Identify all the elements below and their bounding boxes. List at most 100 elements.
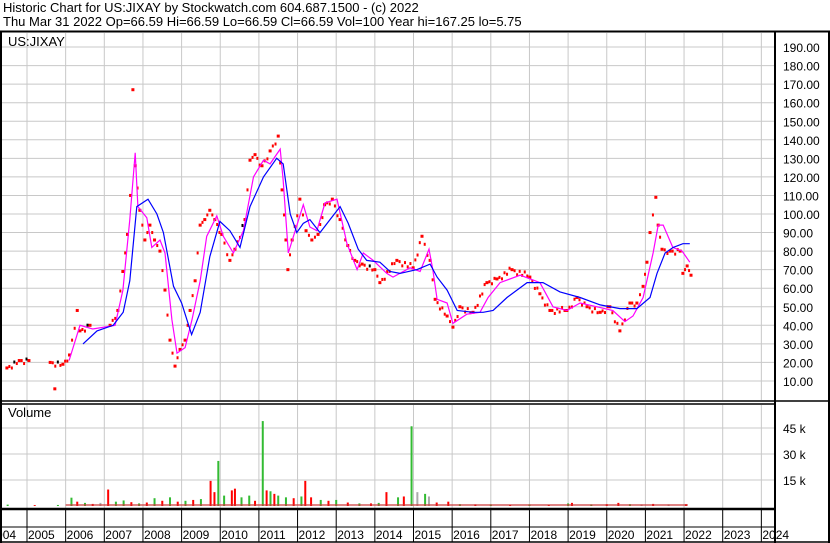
price-point	[638, 293, 641, 297]
price-point	[201, 220, 204, 224]
price-point	[449, 320, 452, 324]
year-label: 2015	[415, 528, 442, 542]
price-axis-tick: 80.00	[783, 245, 813, 259]
price-point	[176, 356, 179, 360]
price-point	[148, 223, 152, 227]
year-label: 2014	[376, 528, 403, 542]
price-point	[403, 261, 406, 265]
price-point	[161, 269, 164, 273]
price-point	[671, 249, 674, 253]
price-axis-tick: 120.00	[783, 171, 820, 185]
price-point	[173, 364, 177, 368]
price-point	[310, 238, 314, 242]
price-axis-tick: 30.00	[783, 338, 813, 352]
price-point	[216, 223, 219, 227]
volume-panel-label: Volume	[8, 405, 51, 420]
price-point	[271, 144, 274, 148]
price-point	[510, 268, 514, 272]
price-point	[51, 361, 54, 365]
price-point	[223, 241, 226, 245]
volume-bar	[265, 490, 268, 506]
volume-bar	[107, 489, 110, 506]
price-point	[241, 223, 244, 227]
price-point	[433, 297, 437, 301]
volume-bar	[416, 492, 419, 506]
price-point	[266, 157, 269, 161]
price-point	[604, 311, 607, 315]
price-point	[546, 303, 549, 307]
price-point	[196, 251, 199, 255]
volume-bar	[261, 421, 264, 506]
price-point	[27, 359, 31, 363]
price-point	[663, 248, 666, 252]
price-point	[171, 351, 174, 355]
volume-bar	[217, 460, 220, 506]
price-point	[551, 308, 554, 312]
volume-bar	[213, 492, 216, 506]
price-point	[83, 329, 86, 333]
price-axis-tick: 40.00	[783, 319, 813, 333]
price-point	[633, 304, 636, 308]
price-point	[485, 281, 489, 285]
volume-bar	[269, 491, 272, 506]
price-axis-tick: 100.00	[783, 208, 820, 222]
year-label: 2005	[28, 528, 55, 542]
price-point	[203, 218, 207, 222]
price-point	[371, 268, 374, 272]
price-point	[131, 88, 135, 92]
volume-bar	[209, 480, 212, 506]
price-point	[268, 149, 272, 153]
price-axis-tick: 170.00	[783, 78, 820, 92]
short-moving-average-line	[68, 147, 691, 361]
price-point	[88, 323, 92, 327]
price-point	[488, 280, 491, 284]
price-point	[621, 322, 624, 326]
price-point	[476, 303, 479, 307]
price-point	[231, 253, 234, 257]
price-axis-tick: 90.00	[783, 227, 813, 241]
price-point	[8, 364, 11, 368]
price-point	[635, 301, 639, 305]
year-label: 2020	[608, 528, 635, 542]
year-label: 2004	[0, 528, 16, 542]
price-point	[548, 308, 552, 312]
price-point	[328, 202, 331, 206]
volume-bar	[233, 488, 236, 506]
price-point	[431, 278, 434, 282]
price-point	[48, 360, 52, 364]
price-point	[56, 360, 59, 364]
price-point	[395, 258, 399, 262]
price-point	[54, 364, 57, 368]
price-point	[588, 306, 591, 310]
price-point	[598, 310, 602, 314]
price-point	[188, 308, 192, 312]
price-point	[304, 229, 308, 233]
price-point	[286, 268, 290, 272]
price-point	[226, 253, 229, 257]
price-point	[541, 296, 544, 300]
price-point	[25, 357, 28, 361]
price-axis-tick: 60.00	[783, 282, 813, 296]
price-point	[558, 310, 561, 314]
price-point	[313, 235, 316, 239]
price-axis-tick: 50.00	[783, 301, 813, 315]
price-point	[585, 305, 589, 309]
price-point	[111, 318, 114, 322]
price-point	[474, 305, 477, 309]
year-label: 2011	[260, 528, 286, 542]
price-point	[578, 298, 581, 302]
price-point	[146, 231, 149, 235]
price-point	[151, 231, 154, 235]
price-point	[253, 153, 257, 157]
price-point	[316, 232, 320, 236]
price-point	[506, 272, 509, 276]
price-point	[593, 307, 596, 311]
price-axis-tick: 10.00	[783, 375, 813, 389]
price-point	[163, 288, 167, 292]
stock-chart-window: Historic Chart for US:JIXAY by Stockwatc…	[0, 0, 830, 543]
price-point	[654, 195, 658, 199]
price-point	[644, 272, 647, 276]
price-point	[508, 266, 511, 270]
volume-bar	[304, 480, 307, 506]
price-point	[596, 311, 599, 315]
